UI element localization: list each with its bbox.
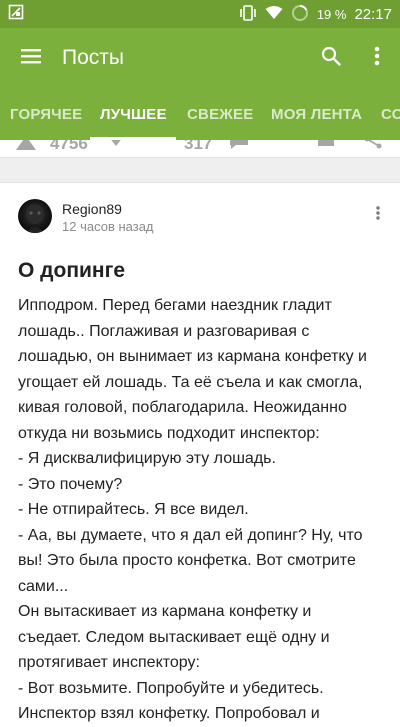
tab-hot[interactable]: ГОРЯЧЕЕ <box>10 88 82 140</box>
tab-fresh[interactable]: СВЕЖЕЕ <box>187 88 253 140</box>
search-icon <box>321 46 341 71</box>
post-time: 12 часов назад <box>62 219 154 234</box>
overflow-menu-button[interactable] <box>354 28 400 88</box>
tab-bar: ГОРЯЧЕЕ ЛУЧШЕЕ СВЕЖЕЕ МОЯ ЛЕНТА СООБЩЕСТ… <box>0 88 400 140</box>
post-text-line: Инспектор взял конфетку. Попробовал и <box>18 705 320 722</box>
previous-post-actions: 4756 317 <box>0 140 400 158</box>
hamburger-menu-icon <box>21 48 41 69</box>
tab-my-feed[interactable]: МОЯ ЛЕНТА <box>271 88 362 140</box>
post-text-line: вы! Это была просто конфетка. Вот смотри… <box>18 552 356 569</box>
screenshot-notification-icon <box>8 4 24 25</box>
post-title[interactable]: О допинге <box>18 259 125 283</box>
battery-ring-icon <box>291 4 309 25</box>
post-text-line: - Вот возьмите. Попробуйте и убедитесь. <box>18 679 324 697</box>
comment-icon[interactable] <box>229 140 249 155</box>
post-text-line: протягивает инспектору: <box>18 654 200 671</box>
upvote-icon[interactable] <box>16 140 36 155</box>
post-text-line: угощает ей лошадь. Та её съела и как смо… <box>18 373 363 391</box>
post-text-line: лошадь.. Поглаживая и разговаривая с <box>18 322 310 340</box>
more-vertical-icon <box>376 205 380 225</box>
previous-post-rating: 4756 <box>50 140 88 153</box>
previous-post-comments: 317 <box>184 140 213 153</box>
post-text-line: кивая головой, поблагодарила. Неожиданно <box>18 399 347 416</box>
post-text-line: - Я дисквалифицирую эту лошадь. <box>18 450 276 467</box>
search-button[interactable] <box>308 28 354 88</box>
post-text-line: съедает. Следом вытаскивает ещё одну и <box>18 628 330 646</box>
save-icon[interactable] <box>318 140 334 153</box>
post-text-line: - Не отпирайтесь. Я все видел. <box>18 501 249 518</box>
menu-button[interactable] <box>0 28 62 88</box>
post-card: Region89 12 часов назад О допинге Ипподр… <box>0 182 400 722</box>
post-text-line: сами... <box>18 577 69 595</box>
share-icon[interactable] <box>364 140 382 155</box>
battery-percent: 19 % <box>316 6 347 22</box>
tab-communities[interactable]: СООБЩЕСТВА <box>381 88 400 140</box>
post-text-line: лошадью, он вынимает из кармана конфетку… <box>18 348 367 365</box>
feed-separator <box>0 158 400 182</box>
tab-best[interactable]: ЛУЧШЕЕ <box>100 88 167 140</box>
post-options-button[interactable] <box>368 203 388 227</box>
post-text-line: Ипподром. Перед бегами наездник гладит <box>18 297 332 314</box>
post-text-line: Он вытаскивает из кармана конфетку и <box>18 603 312 620</box>
post-text-line: - Это почему? <box>18 475 123 493</box>
post-text-line: откуда ни возьмись подходит инспектор: <box>18 424 320 442</box>
wifi-icon <box>265 5 283 23</box>
status-bar: 19 % 22:17 <box>0 0 400 28</box>
downvote-icon[interactable] <box>108 140 124 155</box>
vibrate-icon <box>239 4 257 24</box>
avatar[interactable] <box>18 199 52 233</box>
post-text-line: - Аа, вы думаете, что я дал ей допинг? Н… <box>18 526 363 544</box>
page-title: Посты <box>62 46 124 69</box>
more-vertical-icon <box>374 46 380 71</box>
app-bar: Посты <box>0 28 400 88</box>
author-name[interactable]: Region89 <box>62 201 122 217</box>
post-body: Ипподром. Перед бегами наездник гладит л… <box>18 293 388 727</box>
clock: 22:17 <box>354 5 392 23</box>
author-avatar-icon <box>26 204 44 233</box>
